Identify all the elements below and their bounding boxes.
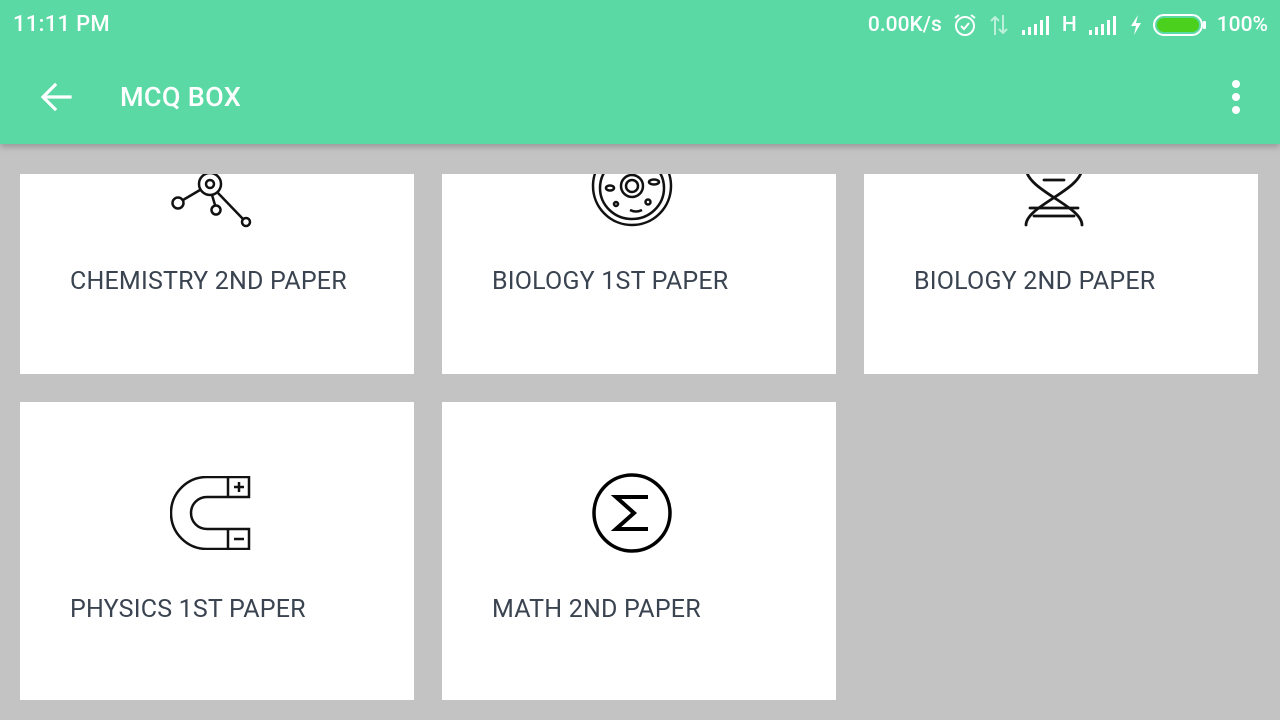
data-arrows-icon: [988, 13, 1010, 37]
page-title: MCQ BOX: [120, 81, 242, 113]
subject-label: CHEMISTRY 2ND PAPER: [70, 267, 347, 296]
subject-label: PHYSICS 1ST PAPER: [70, 595, 306, 624]
network-type: H: [1061, 13, 1077, 37]
sigma-icon: [592, 473, 672, 553]
signal-icon: [1087, 14, 1119, 36]
molecule-icon: [171, 174, 252, 228]
status-bar: 11:11 PM 0.00K/s H 100%: [0, 0, 1280, 50]
cell-icon: [591, 174, 673, 227]
magnet-icon: [170, 476, 251, 550]
arrow-left-icon: [40, 82, 72, 112]
app-bar: 11:11 PM 0.00K/s H 100% MCQ BOX: [0, 0, 1280, 144]
more-vert-icon: [1232, 80, 1240, 114]
status-right: 0.00K/s H 100%: [868, 10, 1268, 40]
subject-card-math-2nd[interactable]: MATH 2ND PAPER: [442, 402, 836, 700]
alarm-icon: [952, 12, 978, 38]
subject-card-chemistry-2nd[interactable]: CHEMISTRY 2ND PAPER: [20, 174, 414, 374]
subject-card-biology-1st[interactable]: BIOLOGY 1ST PAPER: [442, 174, 836, 374]
subject-label: MATH 2ND PAPER: [492, 595, 701, 624]
toolbar: MCQ BOX: [0, 50, 1280, 144]
charging-icon: [1129, 14, 1143, 36]
subject-card-biology-2nd[interactable]: BIOLOGY 2ND PAPER: [864, 174, 1258, 374]
battery-percent: 100%: [1216, 13, 1268, 37]
back-button[interactable]: [28, 72, 84, 122]
status-time: 11:11 PM: [13, 12, 110, 37]
signal-icon: [1020, 14, 1052, 36]
subject-label: BIOLOGY 2ND PAPER: [914, 267, 1156, 296]
network-speed: 0.00K/s: [867, 13, 942, 37]
overflow-menu-button[interactable]: [1212, 72, 1260, 122]
subject-grid: CHEMISTRY 2ND PAPER BIOLOGY 1ST PAPER BI…: [0, 144, 1280, 720]
subject-label: BIOLOGY 1ST PAPER: [492, 267, 729, 296]
dna-icon: [1024, 174, 1084, 227]
battery-icon: [1152, 13, 1207, 37]
subject-card-physics-1st[interactable]: PHYSICS 1ST PAPER: [20, 402, 414, 700]
